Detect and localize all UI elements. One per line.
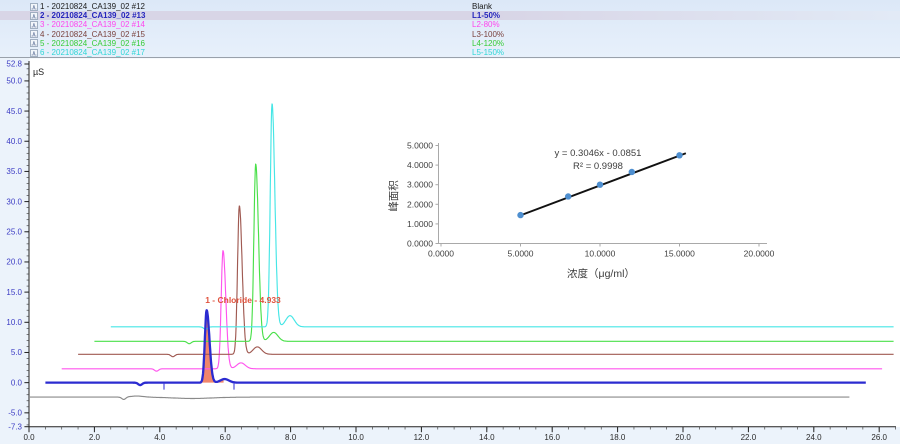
peak-annotation: 1 - Chloride - 4.933 (205, 295, 281, 305)
x-axis-tick-label: 2.0 (89, 433, 101, 442)
inset-x-tick-label: 15.0000 (664, 249, 695, 259)
inset-y-axis-label: 峰面积 (388, 180, 400, 212)
x-axis-tick-label: 14.0 (479, 433, 495, 442)
calibration-point[interactable] (517, 212, 523, 218)
inset-y-tick-label: 0.0000 (407, 239, 433, 249)
y-axis-tick-label: 5.0 (11, 348, 23, 357)
x-axis-tick-label: 22.0 (741, 433, 757, 442)
inset-y-tick-label: 2.0000 (407, 199, 433, 209)
x-axis-tick-label: 4.0 (154, 433, 166, 442)
y-axis-tick-label: 30.0 (6, 197, 22, 206)
y-axis-tick-label: -5.0 (8, 409, 22, 418)
y-axis-tick-label: 45.0 (6, 107, 22, 116)
x-axis-tick-label: 26.0 (871, 433, 887, 442)
inset-y-tick-label: 5.0000 (407, 141, 433, 151)
inset-x-axis-label: 浓度（μg/ml） (567, 267, 635, 280)
x-axis-tick-label: 16.0 (544, 433, 560, 442)
inset-y-tick-label: 4.0000 (407, 160, 433, 170)
calibration-point[interactable] (597, 182, 603, 188)
y-axis-tick-label: 25.0 (6, 227, 22, 236)
inset-x-tick-label: 0.0000 (428, 249, 454, 259)
x-axis-tick-label: 0.0 (23, 433, 35, 442)
y-axis-tick-label: 35.0 (6, 167, 22, 176)
trendline-equation: y = 0.3046x - 0.0851 (555, 148, 642, 159)
x-axis-tick-label: 6.0 (220, 433, 232, 442)
calibration-point[interactable] (676, 152, 682, 158)
x-axis-tick-label: 10.0 (348, 433, 364, 442)
y-axis-tick-label: 15.0 (6, 288, 22, 297)
calibration-point[interactable] (565, 193, 571, 199)
x-axis-tick-label: 18.0 (610, 433, 626, 442)
y-axis-tick-label: 20.0 (6, 258, 22, 267)
inset-x-tick-label: 20.0000 (744, 249, 775, 259)
x-axis-tick-label: 12.0 (414, 433, 430, 442)
inset-x-tick-label: 5.0000 (508, 249, 534, 259)
calibration-point[interactable] (629, 169, 635, 175)
chromatography-window: 1 - 20210824_CA139_02 #12 Blank 2 - 2021… (0, 0, 900, 444)
y-axis-tick-label: 52.8 (6, 60, 22, 69)
chromatogram-plot[interactable]: 52.8 50.0 45.0 40.0 35.0 30.0 25.0 20.0 15.0 10.0… (0, 0, 900, 444)
y-axis-unit-label: µS (33, 67, 44, 77)
x-axis-tick-label: 24.0 (806, 433, 822, 442)
y-axis-tick-label: 40.0 (6, 137, 22, 146)
x-axis-tick-label: 20.0 (675, 433, 691, 442)
y-axis-tick-label: 0.0 (11, 378, 23, 387)
plot-area[interactable] (30, 59, 900, 428)
y-axis-tick-label: 50.0 (6, 77, 22, 86)
inset-x-tick-label: 10.0000 (585, 249, 616, 259)
x-axis-tick-label: 8.0 (285, 433, 297, 442)
r-squared-label: R² = 0.9998 (573, 161, 623, 172)
y-axis-tick-label: 10.0 (6, 318, 22, 327)
y-axis-tick-label: -7.3 (8, 422, 22, 431)
inset-y-tick-label: 3.0000 (407, 180, 433, 190)
inset-y-tick-label: 1.0000 (407, 219, 433, 229)
